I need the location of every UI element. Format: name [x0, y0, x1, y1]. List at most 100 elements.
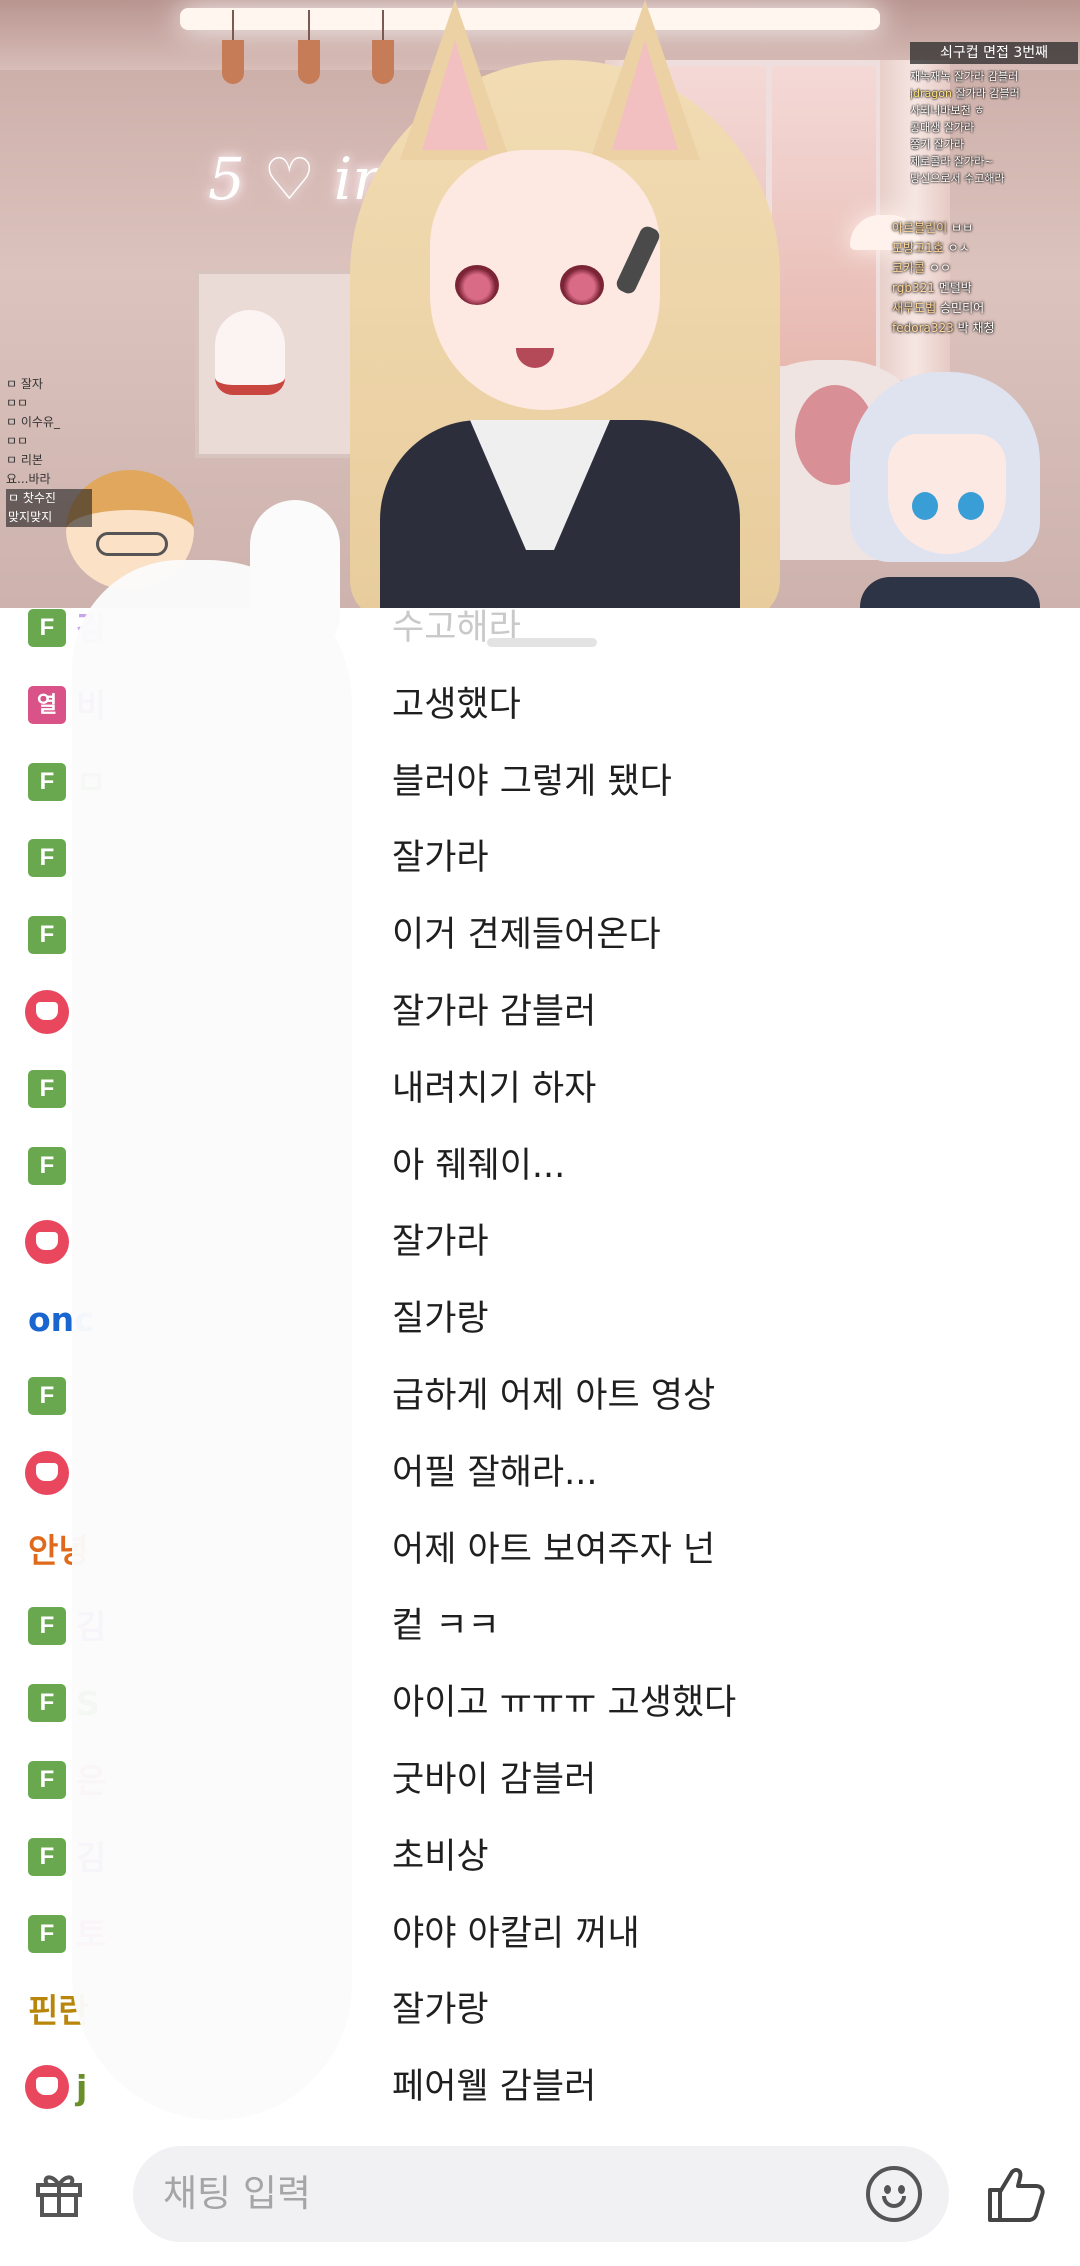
pendant-lamp [222, 10, 244, 84]
overlay-chat-line: 모방고1호 ㅇㅅ [892, 238, 1072, 258]
overlay-chat-line: 쫑키 잘가라 [910, 136, 1078, 153]
overlay-chat-name: 모방고1호 [892, 241, 944, 255]
overlay-chat-line: ㅁ 리본 [6, 453, 43, 467]
overlay-chat-line: 재녹재녹 잘가라 감블러 [910, 68, 1078, 85]
user-badge: F [28, 609, 66, 647]
overlay-chat-line: ㅁ 찻수진 [6, 489, 92, 508]
overlay-chat-text: ㅇㅅ [947, 241, 970, 255]
chat-message-text: 컽 ㅋㅋ [392, 1606, 500, 1646]
user-badge: F [28, 1915, 66, 1953]
stream-title: 쇠구컵 면접 3번째 [910, 42, 1078, 64]
chat-message-text: 이거 견제들어온다 [392, 915, 661, 955]
chat-message-text: 잘가랑 [392, 1990, 489, 2030]
overlay-chat-line: rgb321 멘털박 [892, 278, 1072, 298]
overlay-chat-line: 공대생 잘가라 [910, 119, 1078, 136]
overlay-chat-line: 사되니바보천 ㅎ [910, 102, 1078, 119]
vtuber-eye-right [560, 265, 604, 305]
avatar-right [850, 372, 1050, 608]
gift-icon[interactable] [34, 2169, 84, 2219]
overlay-chat-line: ㅁ 이수유_ [6, 415, 60, 429]
emoji-smile [882, 2196, 906, 2208]
cup-badge-icon [25, 2065, 69, 2109]
overlay-chat-text: 공대생 잘가라 [910, 121, 975, 134]
overlay-chat-text: 멘털박 [938, 281, 972, 295]
overlay-chat-line: 당신으로서 수고해라 [910, 170, 1078, 187]
chat-message-text: 페어웰 감블러 [392, 2067, 597, 2107]
user-badge: F [28, 1070, 66, 1108]
chat-message-text: 잘가라 [392, 1222, 489, 1262]
avatar-right-body [860, 577, 1040, 608]
user-badge: F [28, 1684, 66, 1722]
chat-message-text: 급하게 어제 아트 영상 [392, 1376, 716, 1416]
overlay-chat-right-2: 아르블린이 ㅂㅂ 모방고1호 ㅇㅅ 코카콜 ㅇㅇ rgb321 멘털박 새무도법 승민티… [892, 218, 1072, 338]
cup-badge-icon [25, 1220, 69, 1264]
scroll-indicator[interactable] [487, 638, 597, 647]
user-badge: F [28, 763, 66, 801]
overlay-chat-line: 코카콜 ㅇㅇ [892, 258, 1072, 278]
user-badge: F [28, 839, 66, 877]
chat-message-text: 어제 아트 보여주자 넌 [392, 1530, 716, 1570]
overlay-chat-text: 사되니바보천 ㅎ [910, 104, 985, 117]
user-badge: F [28, 1838, 66, 1876]
overlay-chat-line: jdragon 잘가라 감블러 [910, 85, 1078, 102]
overlay-chat-name: rgb321 [892, 281, 935, 295]
user-badge: F [28, 1607, 66, 1645]
overlay-chat-name: jdragon [910, 87, 952, 100]
chat-input[interactable]: 채팅 입력 [133, 2146, 949, 2242]
plush-toy [215, 310, 285, 395]
avatar-right-face [888, 434, 1006, 554]
overlay-chat-name: 아르블린이 [892, 221, 948, 235]
overlay-chat-line: 제로콜라 잘가라~ [910, 153, 1078, 170]
chat-message-text: 잘가라 [392, 838, 489, 878]
overlay-chat-line: 요...바라 [6, 472, 51, 486]
overlay-chat-line: ㅁㅁ [6, 434, 29, 448]
overlay-chat-text: 잘가라 감블러 [955, 87, 1020, 100]
chat-message-text: 어필 잘해라... [392, 1453, 598, 1493]
chat-message-text: 야야 아칼리 꺼내 [392, 1914, 640, 1954]
overlay-chat-right: 재녹재녹 잘가라 감블러 jdragon 잘가라 감블러 사되니바보천 ㅎ 공대생… [910, 68, 1078, 187]
user-badge: 열 [28, 686, 66, 724]
overlay-chat-text: 재녹재녹 잘가라 감블러 [910, 70, 1019, 83]
chat-input-placeholder: 채팅 입력 [163, 2172, 311, 2215]
user-badge: F [28, 1377, 66, 1415]
ceiling-light [180, 8, 880, 30]
pendant-lamp [372, 10, 394, 84]
overlay-chat-line: fedora323 박 채청 [892, 318, 1072, 338]
chat-message-text: 고생했다 [392, 685, 521, 725]
chat-message-text: 굿바이 감블러 [392, 1760, 597, 1800]
overlay-chat-text: ㅇㅇ [928, 261, 952, 275]
chat-message-text: 질가랑 [392, 1299, 489, 1339]
overlay-chat-text: ㅂㅂ [951, 221, 974, 235]
thumbs-up-icon[interactable] [986, 2164, 1046, 2224]
stream-video[interactable]: 5 ♡ in 쇠구컵 면접 3번째 재녹재녹 잘가라 감블러 jdragon 잘가… [0, 0, 1080, 608]
chat-message-text: 아 줴줴이... [392, 1146, 566, 1186]
avatar-right-eye [958, 492, 984, 520]
overlay-chat-name: 새무도법 [892, 301, 937, 315]
emoji-icon[interactable] [866, 2166, 922, 2222]
overlay-chat-line: ㅁ 잘자 [6, 377, 43, 391]
overlay-chat-line: 새무도법 승민티어 [892, 298, 1072, 318]
chat-input-bar: 채팅 입력 [0, 2120, 1080, 2266]
chat-message-text: 초비상 [392, 1837, 489, 1877]
swipe-overlay [72, 560, 352, 2120]
cup-badge-icon [25, 990, 69, 1034]
user-badge: F [28, 916, 66, 954]
chat-message-text: 아이고 ㅠㅠㅠ 고생했다 [392, 1683, 737, 1723]
glasses-icon [96, 532, 168, 556]
overlay-chat-line: ㅁㅁ [6, 396, 29, 410]
vtuber-eye-left [455, 265, 499, 305]
avatar-right-eye [912, 492, 938, 520]
swipe-overlay [250, 500, 340, 660]
overlay-chat-text: 제로콜라 잘가라~ [910, 155, 994, 168]
chat-message-text: 잘가라 감블러 [392, 992, 597, 1032]
chat-message-text: 내려치기 하자 [392, 1069, 597, 1109]
overlay-chat-text: 당신으로서 수고해라 [910, 172, 1005, 185]
chat-message-text: 블러야 그렇게 됐다 [392, 762, 672, 802]
overlay-chat-name: 코카콜 [892, 261, 926, 275]
overlay-chat-text: 승민티어 [940, 301, 985, 315]
overlay-chat-name: fedora323 [892, 321, 954, 335]
overlay-chat-text: 쫑키 잘가라 [910, 138, 965, 151]
overlay-chat-left: ㅁ 잘자 ㅁㅁㅁ 이수유_ ㅁㅁㅁ 리본 요...바라 ㅁ 찻수진 맞지맞지 [6, 375, 92, 527]
chat-nickname[interactable]: j [76, 2067, 87, 2109]
overlay-chat-line: 아르블린이 ㅂㅂ [892, 218, 1072, 238]
